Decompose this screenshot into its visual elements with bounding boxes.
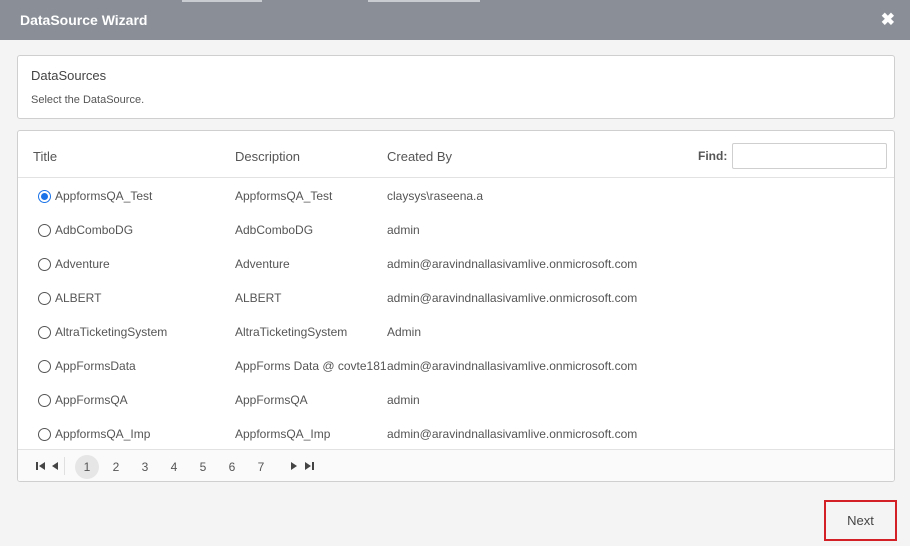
cell-title: AdbComboDG: [55, 223, 134, 237]
row-radio-button[interactable]: [38, 292, 51, 305]
row-radio-button[interactable]: [38, 394, 51, 407]
column-header-title[interactable]: Title: [33, 149, 57, 164]
cell-created-by: admin@aravindnallasivamlive.onmicrosoft.…: [387, 257, 638, 271]
row-radio-button[interactable]: [38, 428, 51, 441]
row-radio-button[interactable]: [38, 326, 51, 339]
cell-title: AltraTicketingSystem: [55, 325, 168, 339]
table-row[interactable]: AppformsQA_Imp AppformsQA_Imp admin@aravin…: [18, 417, 894, 449]
table-row[interactable]: Adventure Adventure admin@aravindnallasiva…: [18, 247, 894, 281]
cell-created-by: claysys\raseena.a: [387, 189, 484, 203]
cell-description: AppFormsQA: [235, 393, 308, 407]
cell-title: AppFormsQA: [55, 393, 128, 407]
cell-description: AdbComboDG: [235, 223, 314, 237]
cell-created-by: admin@aravindnallasivamlive.onmicrosoft.…: [387, 359, 638, 373]
next-button[interactable]: Next: [824, 500, 897, 541]
row-radio-button[interactable]: [38, 190, 51, 203]
cell-created-by: admin: [387, 393, 420, 407]
first-page-icon[interactable]: [36, 457, 46, 475]
close-icon[interactable]: ✖: [881, 10, 895, 30]
datasources-grid: Title Description Created By Find: Appfo…: [17, 130, 895, 482]
pager-divider: [64, 457, 65, 475]
table-row[interactable]: AdbComboDG AdbComboDG admin: [18, 213, 894, 247]
cell-title: AppformsQA_Imp: [55, 427, 151, 441]
cell-title: ALBERT: [55, 291, 102, 305]
panel-heading: DataSources: [31, 68, 107, 83]
cell-created-by: admin@aravindnallasivamlive.onmicrosoft.…: [387, 291, 638, 305]
datasource-wizard-dialog: DataSource Wizard ✖ DataSources Select t…: [0, 0, 910, 546]
cell-title: AppformsQA_Test: [55, 189, 153, 203]
find-label: Find:: [698, 149, 728, 163]
cell-created-by: Admin: [387, 325, 422, 339]
table-row[interactable]: AppformsQA_Test AppformsQA_Test claysys\ra…: [18, 179, 894, 213]
page-number-button[interactable]: 3: [133, 455, 157, 479]
column-header-description[interactable]: Description: [235, 149, 300, 164]
grid-rows: AppformsQA_Test AppformsQA_Test claysys\ra…: [18, 179, 894, 449]
panel-subtitle: Select the DataSource.: [31, 94, 145, 106]
cell-created-by: admin@aravindnallasivamlive.onmicrosoft.…: [387, 427, 638, 441]
table-row[interactable]: AppFormsQA AppFormsQA admin: [18, 383, 894, 417]
table-row[interactable]: AltraTicketingSystem AltraTicketingSystem…: [18, 315, 894, 349]
table-row[interactable]: ALBERT ALBERT admin@aravindnallasivamlive.…: [18, 281, 894, 315]
last-page-icon[interactable]: [304, 457, 314, 475]
cell-description: AppformsQA_Imp: [235, 427, 331, 441]
dialog-title: DataSource Wizard: [20, 12, 148, 28]
cell-description: AppformsQA_Test: [235, 189, 333, 203]
column-header-created-by[interactable]: Created By: [387, 149, 452, 164]
page-number-button[interactable]: 1: [75, 455, 99, 479]
prev-page-icon[interactable]: [51, 457, 59, 475]
table-row[interactable]: AppFormsData AppForms Data @ covte181 admi…: [18, 349, 894, 383]
pager: 1234567: [18, 449, 894, 481]
page-number-button[interactable]: 4: [162, 455, 186, 479]
page-number-button[interactable]: 2: [104, 455, 128, 479]
find-input[interactable]: [732, 143, 887, 169]
page-number-button[interactable]: 6: [220, 455, 244, 479]
cell-title: AppFormsData: [55, 359, 136, 373]
cell-created-by: admin: [387, 223, 420, 237]
cell-description: Adventure: [235, 257, 290, 271]
cell-title: Adventure: [55, 257, 110, 271]
row-radio-button[interactable]: [38, 360, 51, 373]
cell-description: ALBERT: [235, 291, 282, 305]
titlebar-decoration: [182, 0, 262, 2]
datasources-info-panel: DataSources Select the DataSource.: [17, 55, 895, 119]
titlebar-decoration: [368, 0, 480, 2]
cell-description: AltraTicketingSystem: [235, 325, 348, 339]
row-radio-button[interactable]: [38, 258, 51, 271]
page-number-button[interactable]: 5: [191, 455, 215, 479]
cell-description: AppForms Data @ covte181: [235, 359, 387, 373]
next-page-icon[interactable]: [290, 457, 298, 475]
grid-header: Title Description Created By Find:: [18, 131, 894, 178]
row-radio-button[interactable]: [38, 224, 51, 237]
page-number-button[interactable]: 7: [249, 455, 273, 479]
dialog-titlebar: DataSource Wizard ✖: [0, 0, 910, 40]
